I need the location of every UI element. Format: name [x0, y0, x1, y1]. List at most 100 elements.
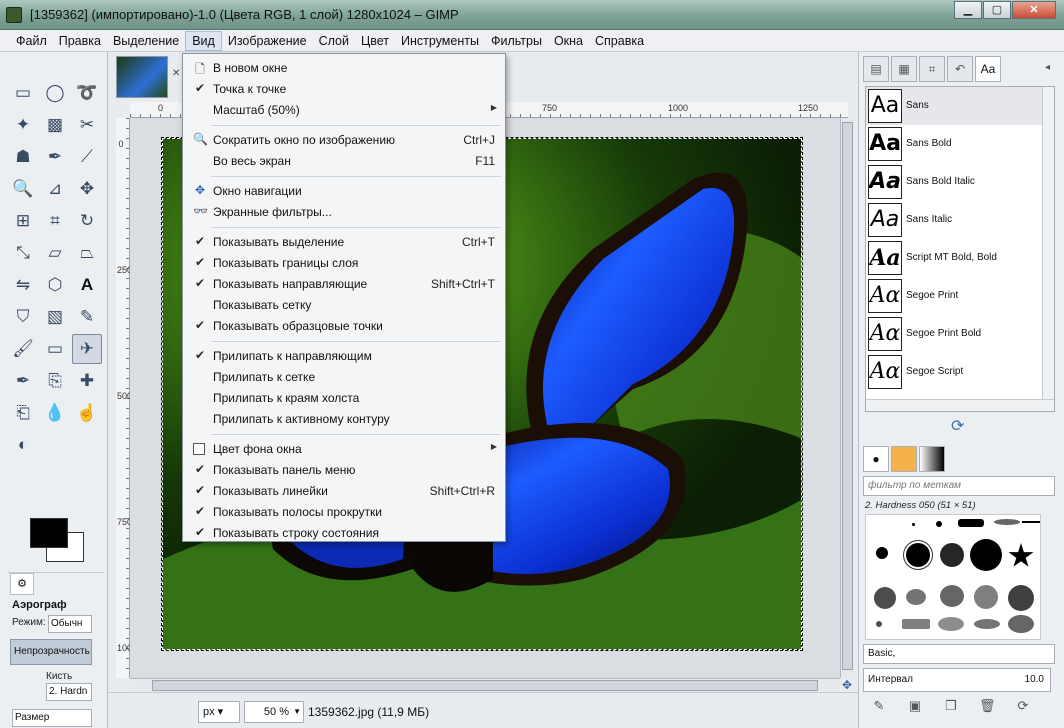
- menu-3[interactable]: Вид: [185, 30, 222, 51]
- font-item[interactable]: Aa Script MT Bold, Bold: [866, 239, 1042, 277]
- color-picker-icon[interactable]: ⟋: [72, 142, 102, 172]
- menu-1[interactable]: Правка: [53, 31, 107, 51]
- dodge-burn-icon[interactable]: ◐: [8, 430, 38, 460]
- layers-tab-icon[interactable]: ▦: [891, 56, 917, 82]
- eraser-icon[interactable]: ▭: [40, 334, 70, 364]
- view-menu-item[interactable]: 🗋 В новом окне: [183, 58, 505, 79]
- brush-preset-select[interactable]: Basic,: [863, 644, 1055, 664]
- close-button[interactable]: ✕: [1012, 1, 1056, 19]
- unit-select[interactable]: px ▾: [198, 701, 240, 723]
- pencil-icon[interactable]: ✎: [72, 302, 102, 332]
- horizontal-scrollbar[interactable]: [130, 678, 840, 692]
- menu-2[interactable]: Выделение: [107, 31, 185, 51]
- tool-options-tab[interactable]: ⚙: [10, 573, 34, 595]
- view-menu-item[interactable]: ✔ Прилипать к направляющим: [183, 346, 505, 367]
- view-menu-item[interactable]: ✥ Окно навигации: [183, 181, 505, 202]
- foreground-select-icon[interactable]: ☗: [8, 142, 38, 172]
- font-list-scrollbar[interactable]: [1042, 87, 1054, 399]
- fuzzy-select-icon[interactable]: ✦: [8, 110, 38, 140]
- bucket-fill-icon[interactable]: ⛉: [8, 302, 38, 332]
- interval-slider[interactable]: Интервал 10.0: [863, 668, 1051, 692]
- patterns-tab-icon[interactable]: [891, 446, 917, 472]
- menu-10[interactable]: Справка: [589, 31, 650, 51]
- font-item[interactable]: Aα Segoe Print Bold: [866, 315, 1042, 353]
- text-icon[interactable]: A: [72, 270, 102, 300]
- dock-menu-icon[interactable]: ◂: [1045, 62, 1050, 73]
- tool-options-tab-icon[interactable]: ▤: [863, 56, 889, 82]
- view-menu-item[interactable]: Прилипать к активному контуру: [183, 409, 505, 430]
- rect-select-icon[interactable]: ▭: [8, 78, 38, 108]
- paths-tab-icon[interactable]: ⌗: [919, 56, 945, 82]
- ink-icon[interactable]: ✒: [8, 366, 38, 396]
- horizontal-scrollbar-thumb[interactable]: [152, 680, 818, 691]
- view-menu-item[interactable]: ✔ Показывать полосы прокрутки: [183, 502, 505, 523]
- airbrush-icon[interactable]: ✈: [72, 334, 102, 364]
- ellipse-select-icon[interactable]: ◯: [40, 78, 70, 108]
- refresh-brushes-icon[interactable]: ⟳: [1015, 698, 1031, 714]
- view-menu-item[interactable]: Прилипать к сетке: [183, 367, 505, 388]
- refresh-icon[interactable]: ⟳: [951, 416, 964, 436]
- perspective-clone-icon[interactable]: ⎗: [8, 398, 38, 428]
- scale-icon[interactable]: ⤡: [8, 238, 38, 268]
- mode-select[interactable]: Обычн: [48, 615, 92, 633]
- vertical-ruler[interactable]: 0 250 500 750 1000: [116, 118, 137, 678]
- font-item[interactable]: Aα Segoe Script: [866, 353, 1042, 391]
- shear-icon[interactable]: ▱: [40, 238, 70, 268]
- brushes-tab-icon[interactable]: ●: [863, 446, 889, 472]
- minimize-button[interactable]: ▁: [954, 1, 982, 19]
- delete-brush-icon[interactable]: 🗑: [979, 698, 996, 714]
- rotate-icon[interactable]: ↻: [72, 206, 102, 236]
- menu-4[interactable]: Изображение: [222, 31, 313, 51]
- font-item[interactable]: Aα Segoe Print: [866, 277, 1042, 315]
- view-menu-item[interactable]: ✔ Показывать строку состояния: [183, 523, 505, 544]
- zoom-icon[interactable]: 🔍: [8, 174, 38, 204]
- lasso-icon[interactable]: ➰: [72, 78, 102, 108]
- menu-9[interactable]: Окна: [548, 31, 589, 51]
- navigate-icon[interactable]: ✥: [840, 678, 854, 692]
- new-brush-icon[interactable]: ▣: [907, 698, 923, 714]
- view-menu-item[interactable]: Масштаб (50%) ▶: [183, 100, 505, 121]
- font-list[interactable]: Aα Segoe Script Aα Segoe Print Bold Aα Segoe …: [865, 86, 1055, 412]
- fonts-tab-icon[interactable]: Aa: [975, 56, 1001, 82]
- font-item[interactable]: Aa Sans Bold Italic: [866, 163, 1042, 201]
- align-icon[interactable]: ⊞: [8, 206, 38, 236]
- view-menu-item[interactable]: Прилипать к краям холста: [183, 388, 505, 409]
- size-slider[interactable]: Размер: [12, 709, 92, 727]
- tag-filter-input[interactable]: фильтр по меткам: [863, 476, 1055, 496]
- view-menu-item[interactable]: ✔ Показывать границы слоя: [183, 253, 505, 274]
- view-menu-item[interactable]: ✔ Точка к точке: [183, 79, 505, 100]
- foreground-color-swatch[interactable]: [30, 518, 68, 548]
- view-menu-item[interactable]: ✔ Показывать направляющие Shift+Ctrl+T: [183, 274, 505, 295]
- opacity-slider[interactable]: Непрозрачность: [10, 639, 92, 665]
- menu-0[interactable]: Файл: [10, 31, 53, 51]
- select-by-color-icon[interactable]: ▩: [40, 110, 70, 140]
- gradients-tab-icon[interactable]: [919, 446, 945, 472]
- view-menu-item[interactable]: ✔ Показывать образцовые точки: [183, 316, 505, 337]
- font-list-hscrollbar[interactable]: [866, 399, 1054, 411]
- view-menu-item[interactable]: 👓 Экранные фильтры...: [183, 202, 505, 223]
- maximize-button[interactable]: ▢: [983, 1, 1011, 19]
- font-item[interactable]: Aa Sans Bold: [866, 125, 1042, 163]
- blur-icon[interactable]: 💧: [40, 398, 70, 428]
- view-menu-item[interactable]: Цвет фона окна ▶: [183, 439, 505, 460]
- menu-8[interactable]: Фильтры: [485, 31, 548, 51]
- undo-tab-icon[interactable]: ↶: [947, 56, 973, 82]
- vertical-scrollbar[interactable]: [840, 118, 854, 678]
- menu-5[interactable]: Слой: [313, 31, 355, 51]
- paths-icon[interactable]: ✒: [40, 142, 70, 172]
- duplicate-brush-icon[interactable]: ❐: [943, 698, 959, 714]
- image-thumbnail-tab[interactable]: [116, 56, 168, 98]
- brush-grid[interactable]: [865, 514, 1041, 640]
- flip-icon[interactable]: ⇋: [8, 270, 38, 300]
- color-swatches[interactable]: [30, 518, 86, 566]
- zoom-select[interactable]: 50 % ▼: [244, 701, 304, 723]
- brush-select[interactable]: 2. Hardn: [46, 683, 92, 701]
- view-menu-item[interactable]: 🔍 Сократить окно по изображению Ctrl+J: [183, 130, 505, 151]
- smudge-icon[interactable]: ☝: [72, 398, 102, 428]
- font-item[interactable]: Aa Sans: [866, 87, 1042, 125]
- clone-icon[interactable]: ⎘: [40, 366, 70, 396]
- crop-icon[interactable]: ⌗: [40, 206, 70, 236]
- cage-icon[interactable]: ⬡: [40, 270, 70, 300]
- vertical-scrollbar-thumb[interactable]: [842, 122, 853, 670]
- menu-6[interactable]: Цвет: [355, 31, 395, 51]
